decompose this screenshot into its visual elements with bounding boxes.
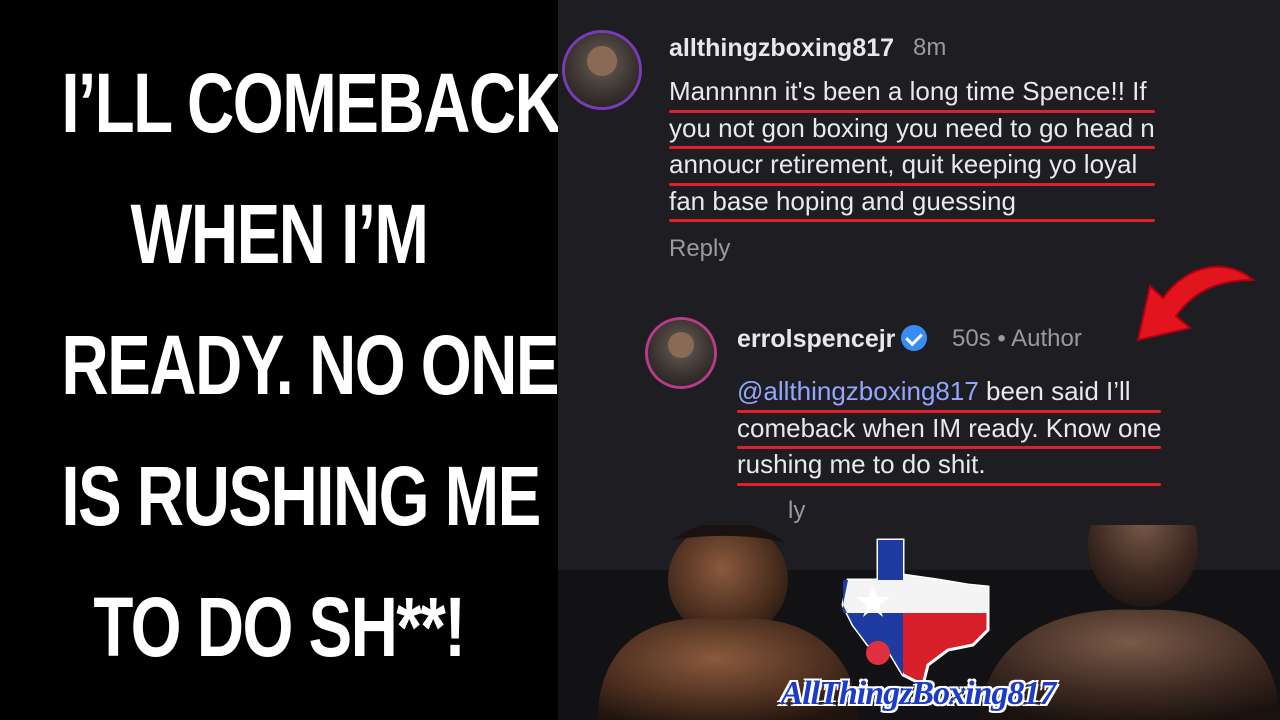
reply-time: 50s <box>952 325 991 352</box>
reply-link[interactable]: Reply <box>669 235 730 263</box>
comment-line: Mannnnn it's been a long time Spence!! I… <box>669 73 1155 112</box>
reply-time-row: 50s • Author <box>952 325 1082 353</box>
comment-body: Mannnnn it's been a long time Spence!! I… <box>669 73 1155 222</box>
commenter-avatar[interactable] <box>565 33 639 107</box>
author-label: • Author <box>997 325 1082 352</box>
headline-line: READY. NO ONE <box>61 318 559 412</box>
reply-text: been said I’ll <box>978 376 1131 406</box>
author-username-row: errolspencejr <box>737 325 928 354</box>
comment-line: you not gon boxing you need to go head n <box>669 110 1155 149</box>
reply-line: @allthingzboxing817 been said I’ll <box>737 373 1162 412</box>
commenter-username[interactable]: allthingzboxing817 <box>669 34 894 63</box>
watermark-logo: AllThingzBoxing817 <box>780 675 1057 712</box>
author-username[interactable]: errolspencejr <box>737 325 895 353</box>
reply-link[interactable]: ly <box>788 497 805 525</box>
headline: I’LL COMEBACK WHEN I’M READY. NO ONE IS … <box>61 38 562 693</box>
reply-body: @allthingzboxing817 been said I’ll comeb… <box>737 373 1162 485</box>
reply-line: comeback when IM ready. Know one <box>737 410 1162 449</box>
author-avatar[interactable] <box>648 320 714 386</box>
headline-line: IS RUSHING ME <box>61 449 541 543</box>
comment-screenshot: allthingzboxing817 8m Mannnnn it's been … <box>558 0 1280 720</box>
headline-area: I’LL COMEBACK WHEN I’M READY. NO ONE IS … <box>0 0 562 720</box>
headline-line: WHEN I’M <box>130 187 429 281</box>
reply-line: rushing me to do shit. <box>737 446 1162 485</box>
comment-line: annoucr retirement, quit keeping yo loya… <box>669 146 1155 185</box>
headline-line: TO DO SH**! <box>93 580 466 674</box>
red-arrow-icon <box>1136 265 1256 342</box>
comment-line: fan base hoping and guessing <box>669 183 1155 222</box>
comment-time: 8m <box>913 34 947 61</box>
verified-badge-icon <box>901 325 928 351</box>
headline-line: I’LL COMEBACK <box>61 56 562 150</box>
mention-link[interactable]: @allthingzboxing817 <box>737 376 979 406</box>
